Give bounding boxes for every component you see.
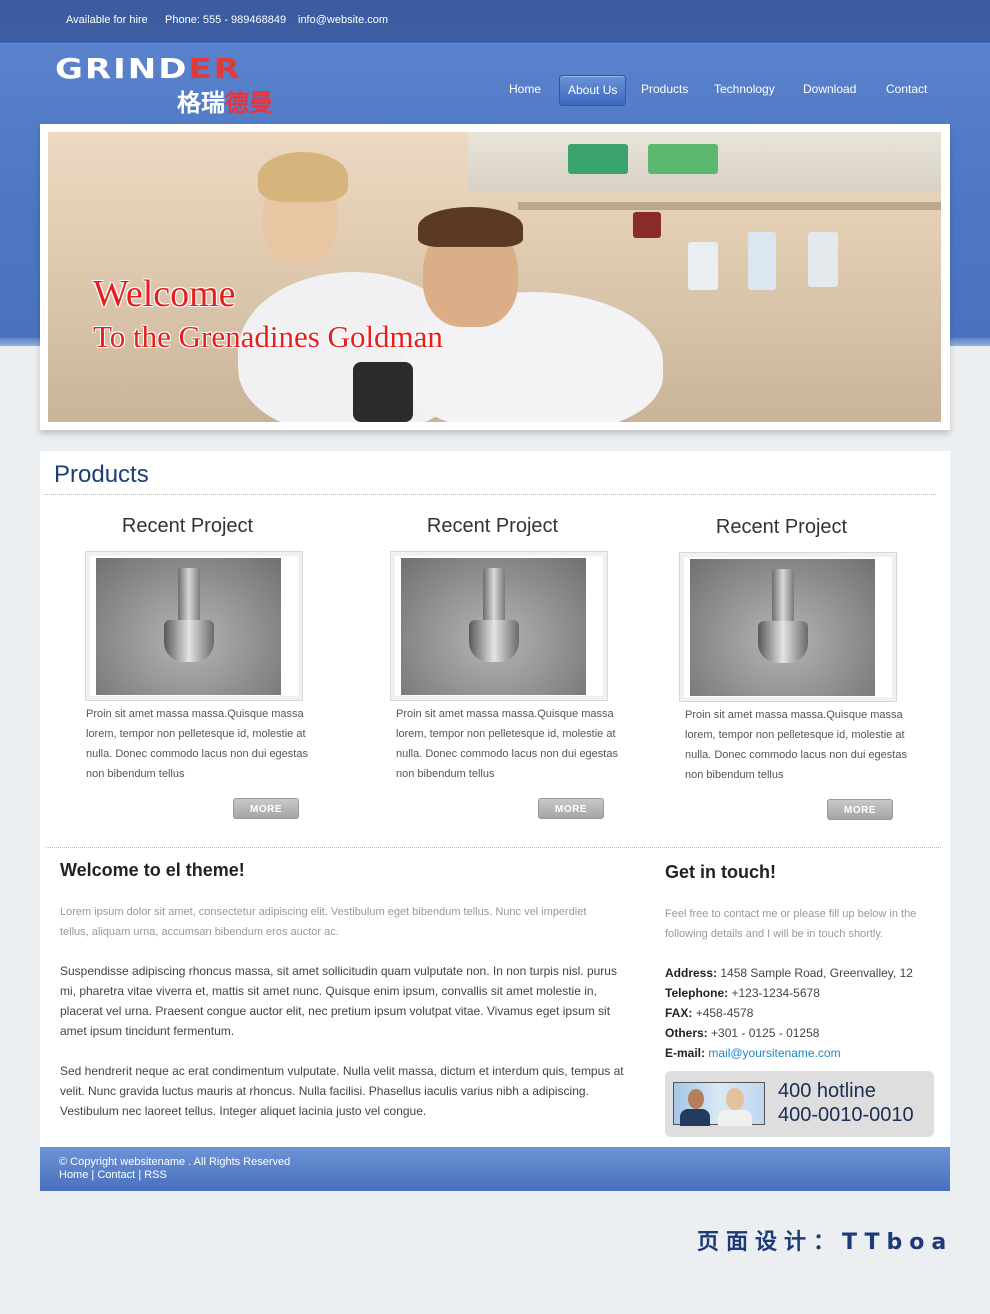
- footer: © Copyright websitename . All Rights Res…: [40, 1147, 950, 1191]
- phone-text: Phone: 555 - 989468849: [165, 14, 287, 26]
- welcome-heading: Welcome to el theme!: [60, 860, 245, 880]
- nav-download[interactable]: Download: [795, 75, 864, 106]
- footer-link-contact[interactable]: Contact: [97, 1169, 135, 1181]
- support-staff-image: [673, 1082, 765, 1126]
- site-logo[interactable]: GRINDER 格瑞德曼: [55, 53, 285, 117]
- hotline-banner[interactable]: 400 hotline 400-0010-0010: [665, 1071, 934, 1137]
- designer-credit: 页面设计：TTboa: [697, 1230, 954, 1255]
- fax-value: +458-4578: [695, 1006, 754, 1020]
- telephone-label: Telephone:: [665, 986, 729, 1000]
- logo-wordmark-white: GRIND: [55, 53, 189, 85]
- hotline-number: 400-0010-0010: [778, 1104, 914, 1126]
- hotline-label: 400 hotline: [778, 1080, 876, 1102]
- product-image: [690, 559, 875, 696]
- more-button[interactable]: MORE: [233, 798, 299, 819]
- welcome-intro: Lorem ipsum dolor sit amet, consectetur …: [60, 906, 587, 938]
- address-label: Address:: [665, 966, 718, 980]
- footer-separator: |: [91, 1169, 95, 1181]
- contact-email: E-mail: mail@yoursitename.com: [665, 1046, 841, 1060]
- contact-heading: Get in touch!: [665, 862, 776, 882]
- product-image: [401, 558, 586, 695]
- hero-photo: Welcome To the Grenadines Goldman: [48, 132, 941, 422]
- others-value: +301 - 0125 - 01258: [711, 1026, 820, 1040]
- hero-microscope: [353, 362, 413, 422]
- address-value: 1458 Sample Road, Greenvalley, 12: [720, 966, 913, 980]
- availability-text: Available for hire: [66, 14, 148, 26]
- card-image-frame[interactable]: [390, 551, 608, 701]
- footer-link-home[interactable]: Home: [59, 1169, 88, 1181]
- welcome-paragraph-2: Sed hendrerit neque ac erat condimentum …: [60, 1064, 624, 1118]
- card-title: Recent Project: [426, 515, 559, 537]
- logo-wordmark: GRINDER: [55, 53, 242, 85]
- card-description: Proin sit amet massa massa.Quisque massa…: [86, 708, 308, 780]
- fax-label: FAX:: [665, 1006, 693, 1020]
- card-description: Proin sit amet massa massa.Quisque massa…: [685, 709, 907, 781]
- divider: [46, 847, 941, 848]
- hero-person-hair: [418, 207, 523, 247]
- card-description: Proin sit amet massa massa.Quisque massa…: [396, 708, 618, 780]
- hero-person-hair: [258, 152, 348, 202]
- footer-link-rss[interactable]: RSS: [144, 1169, 167, 1181]
- logo-chinese-red: 德曼: [225, 89, 273, 117]
- card-title: Recent Project: [121, 515, 254, 537]
- hero-box: [648, 144, 718, 174]
- top-info-bar: Available for hire Phone: 555 - 98946884…: [0, 0, 990, 42]
- card-image-frame[interactable]: [85, 551, 303, 701]
- hero-bottle: [633, 212, 661, 238]
- main-content: Products Recent Project Proin sit amet m…: [40, 451, 950, 1147]
- logo-chinese-white: 格瑞: [177, 89, 225, 117]
- contact-fax: FAX: +458-4578: [665, 1006, 753, 1020]
- contact-telephone: Telephone: +123-1234-5678: [665, 986, 820, 1000]
- hero-line-1: Welcome: [93, 273, 236, 315]
- nav-technology[interactable]: Technology: [706, 75, 783, 106]
- telephone-value: +123-1234-5678: [731, 986, 820, 1000]
- contact-email-link[interactable]: mail@yoursitename.com: [708, 1046, 840, 1060]
- footer-links: Home | Contact | RSS: [59, 1169, 167, 1181]
- card-title: Recent Project: [715, 516, 848, 538]
- hero-box: [568, 144, 628, 174]
- card-image-frame[interactable]: [679, 552, 897, 702]
- copyright-text: © Copyright websitename . All Rights Res…: [59, 1156, 291, 1168]
- logo-wordmark-red: ER: [188, 53, 242, 85]
- nav-contact[interactable]: Contact: [878, 75, 935, 106]
- hero-line-2: To the Grenadines Goldman: [93, 319, 443, 354]
- hero-bottle: [688, 242, 718, 290]
- others-label: Others:: [665, 1026, 708, 1040]
- nav-products[interactable]: Products: [633, 75, 696, 106]
- hero-welcome-text: Welcome To the Grenadines Goldman: [93, 274, 443, 360]
- footer-separator: |: [138, 1169, 142, 1181]
- logo-chinese: 格瑞德曼: [177, 83, 273, 118]
- product-image: [96, 558, 281, 695]
- more-button[interactable]: MORE: [538, 798, 604, 819]
- hero-shelf-edge: [518, 202, 941, 210]
- more-button[interactable]: MORE: [827, 799, 893, 820]
- contact-address: Address: 1458 Sample Road, Greenvalley, …: [665, 966, 913, 980]
- contact-intro: Feel free to contact me or please fill u…: [665, 908, 917, 940]
- hero-bottle: [808, 232, 838, 287]
- divider: [43, 494, 936, 495]
- products-heading: Products: [54, 461, 149, 488]
- nav-about-us[interactable]: About Us: [559, 75, 627, 106]
- email-label: E-mail:: [665, 1046, 706, 1060]
- email-link[interactable]: info@website.com: [298, 14, 388, 26]
- welcome-paragraph-1: Suspendisse adipiscing rhoncus massa, si…: [60, 964, 617, 1038]
- contact-others: Others: +301 - 0125 - 01258: [665, 1026, 819, 1040]
- hero-banner: Welcome To the Grenadines Goldman: [40, 124, 950, 430]
- nav-home[interactable]: Home: [501, 75, 549, 106]
- hero-bottle: [748, 232, 776, 290]
